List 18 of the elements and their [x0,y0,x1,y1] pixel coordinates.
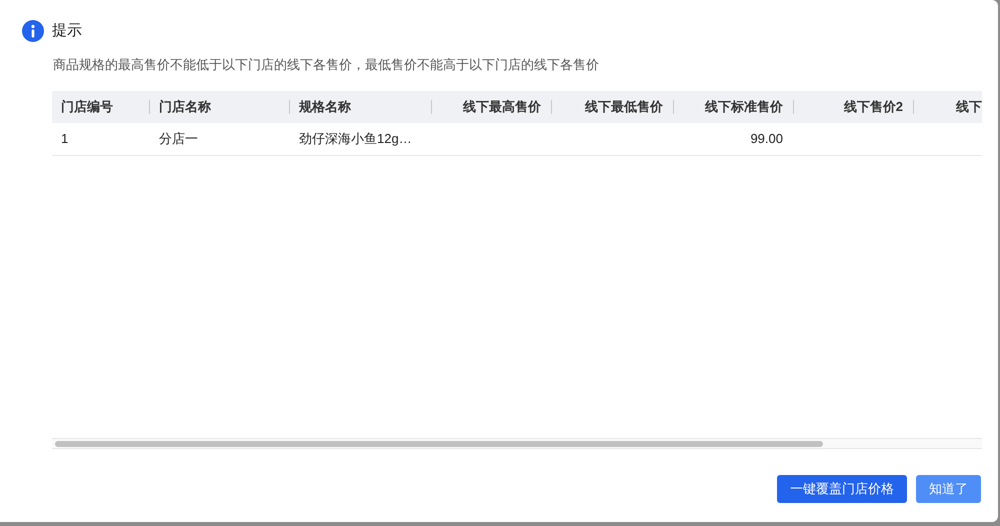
column-header: 门店名称 [158,98,211,116]
info-icon [22,20,44,42]
column-header: 门店编号 [60,98,113,116]
horizontal-scrollbar[interactable] [52,438,982,449]
column-header: 规格名称 [298,98,351,116]
dialog-title: 提示 [52,21,82,41]
table-cell-text: 99.00 [750,130,783,148]
table-cell-text: 劲仔深海小鱼12g… [299,130,412,148]
acknowledge-button[interactable]: 知道了 [916,475,981,503]
column-header: 线下最高售价 [463,98,542,116]
table-cell-text: 1 [61,130,68,148]
column-header: 线下最低售价 [585,98,664,116]
column-header: 线下标准售价 [705,98,784,116]
table-cell-text: 分店一 [159,130,198,148]
column-header: 线下 [954,98,982,116]
column-header: 线下售价2 [844,98,904,116]
overwrite-prices-button[interactable]: 一键覆盖门店价格 [777,475,907,503]
dialog-message: 商品规格的最高售价不能低于以下门店的线下各售价，最低售价不能高于以下门店的线下各售价 [53,56,599,72]
